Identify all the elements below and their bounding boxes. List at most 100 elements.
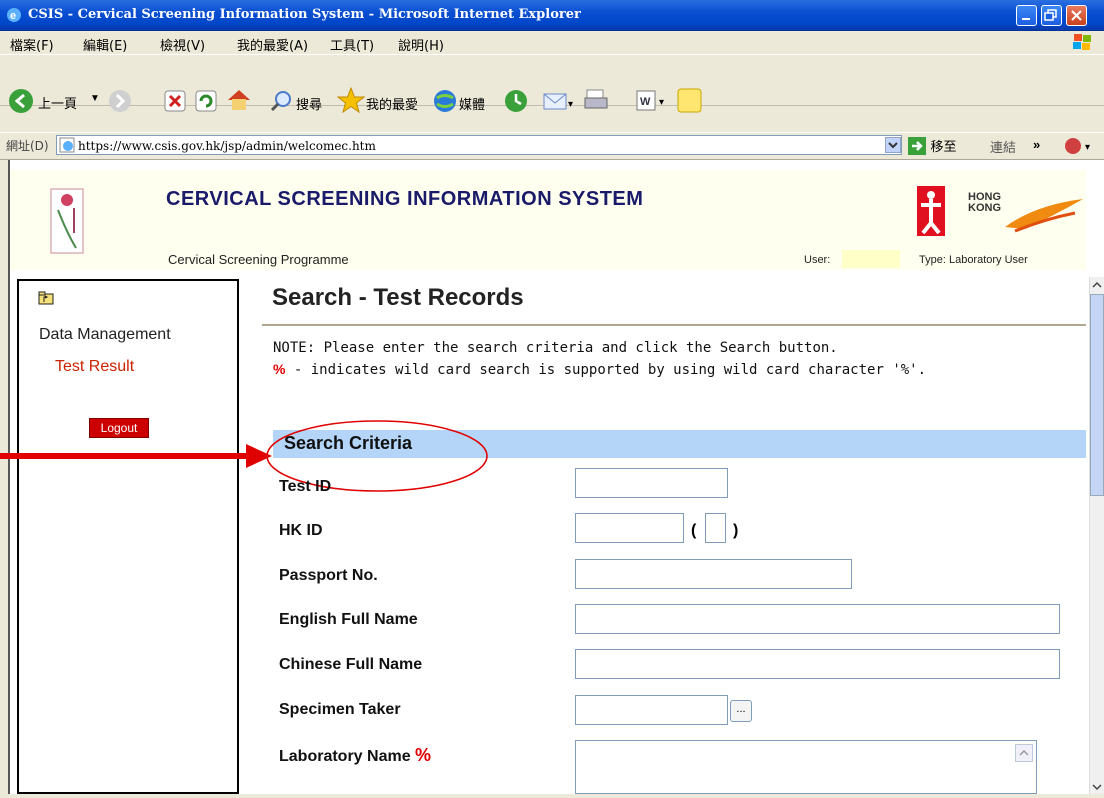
system-title: CERVICAL SCREENING INFORMATION SYSTEM xyxy=(166,188,644,210)
go-arrow-icon xyxy=(908,136,926,155)
stop-button[interactable] xyxy=(164,90,186,117)
nav-item-test-result[interactable]: Test Result xyxy=(55,358,134,376)
test-id-input[interactable] xyxy=(575,468,728,498)
page-title: Search - Test Records xyxy=(272,284,524,311)
annotation-arrow-shaft xyxy=(0,453,248,459)
search-label[interactable]: 搜尋 xyxy=(296,94,322,113)
chinese-name-input[interactable] xyxy=(575,649,1060,679)
scrollbar-thumb[interactable] xyxy=(1090,294,1104,496)
specimen-taker-lookup-button[interactable]: ... xyxy=(730,700,752,722)
annotation-arrowhead xyxy=(246,444,272,468)
print-icon xyxy=(584,89,608,109)
refresh-icon xyxy=(195,90,217,112)
menu-view[interactable]: 檢視(V) xyxy=(160,35,205,54)
search-button[interactable] xyxy=(270,90,292,117)
word-button[interactable]: W ▾ xyxy=(636,90,668,117)
forward-button[interactable] xyxy=(108,89,132,118)
passport-input[interactable] xyxy=(575,559,852,589)
scroll-down-button[interactable] xyxy=(1091,780,1103,798)
svg-text:e: e xyxy=(10,10,16,22)
mail-icon: ▾ xyxy=(543,93,573,110)
user-value xyxy=(842,250,900,268)
print-button[interactable] xyxy=(584,87,612,118)
folder-up-icon[interactable] xyxy=(38,291,54,305)
maximize-button[interactable] xyxy=(1041,5,1062,26)
home-button[interactable] xyxy=(226,88,252,117)
svg-text:W: W xyxy=(640,96,651,108)
user-label: User: xyxy=(804,254,831,266)
page-icon xyxy=(59,137,75,158)
hk-id-open-paren: ( xyxy=(691,522,697,539)
media-globe-icon xyxy=(434,90,456,112)
close-button[interactable] xyxy=(1066,5,1087,26)
mail-button[interactable]: ▾ xyxy=(543,89,575,118)
word-icon: W ▾ xyxy=(636,90,664,111)
go-label[interactable]: 移至 xyxy=(930,140,956,155)
svg-text:▾: ▾ xyxy=(659,97,664,108)
forward-arrow-icon xyxy=(109,90,131,112)
hk-id-input[interactable] xyxy=(575,513,684,543)
menu-edit[interactable]: 編輯(E) xyxy=(83,35,127,54)
hk-id-close-paren: ) xyxy=(733,522,739,539)
chevron-up-icon xyxy=(1019,749,1029,756)
history-icon xyxy=(505,90,527,112)
title-divider xyxy=(262,324,1086,326)
address-dropdown-button[interactable] xyxy=(885,137,901,153)
annotation-overlay xyxy=(0,420,488,492)
links-chevron-icon[interactable]: » xyxy=(1033,137,1040,152)
english-name-input[interactable] xyxy=(575,604,1060,634)
menu-help[interactable]: 說明(H) xyxy=(398,35,444,54)
address-url[interactable]: https://www.csis.gov.hk/jsp/admin/welcom… xyxy=(78,139,376,153)
left-nav-panel xyxy=(17,279,239,794)
nav-section-data-management[interactable]: Data Management xyxy=(39,326,171,344)
user-type: Type: Laboratory User xyxy=(919,254,1028,266)
home-icon xyxy=(228,90,250,110)
search-note: NOTE: Please enter the search criteria a… xyxy=(273,338,1083,381)
back-arrow-icon xyxy=(9,89,33,113)
star-icon xyxy=(336,86,366,114)
hk-id-check-digit-input[interactable] xyxy=(705,513,726,543)
lab-name-select[interactable] xyxy=(575,740,1037,794)
menu-tools[interactable]: 工具(T) xyxy=(330,35,374,54)
chinese-name-label: Chinese Full Name xyxy=(279,656,423,673)
hk-id-label: HK ID xyxy=(279,522,323,539)
svg-text:▾: ▾ xyxy=(568,99,573,110)
windows-logo-icon xyxy=(1072,33,1094,51)
test-id-label: Test ID xyxy=(279,478,332,495)
chevron-down-icon xyxy=(1092,784,1102,791)
links-label[interactable]: 連結 xyxy=(990,137,1016,156)
english-name-label: English Full Name xyxy=(279,611,418,628)
note-line-1: NOTE: Please enter the search criteria a… xyxy=(273,340,838,356)
menu-favorites[interactable]: 我的最愛(A) xyxy=(237,35,308,54)
lab-name-label: Laboratory Name % xyxy=(279,745,431,766)
back-button[interactable] xyxy=(8,88,34,119)
specimen-taker-label: Specimen Taker xyxy=(279,701,401,718)
favorites-label[interactable]: 我的最愛 xyxy=(366,94,418,113)
refresh-button[interactable] xyxy=(195,90,217,117)
translate-icon[interactable]: ▾ xyxy=(1064,137,1094,160)
media-button[interactable] xyxy=(433,89,457,118)
back-dropdown-icon[interactable]: ▼ xyxy=(90,93,100,104)
menu-bar: 檔案(F) 編輯(E) 檢視(V) 我的最愛(A) 工具(T) 說明(H) xyxy=(0,31,1104,55)
favorites-button[interactable] xyxy=(336,86,366,118)
go-button[interactable]: 移至 xyxy=(908,136,956,155)
search-icon xyxy=(270,91,291,112)
note-line-2: % - indicates wild card search is suppor… xyxy=(273,359,1083,381)
lab-name-text: Laboratory Name xyxy=(279,748,411,765)
menu-file[interactable]: 檔案(F) xyxy=(10,35,54,54)
sticky-note-icon xyxy=(677,88,702,113)
note-wildcard-text: - indicates wild card search is supporte… xyxy=(285,362,927,378)
chevron-down-icon xyxy=(888,142,898,149)
passport-label: Passport No. xyxy=(279,567,378,584)
csp-logo xyxy=(50,188,84,254)
programme-subtitle: Cervical Screening Programme xyxy=(168,252,349,267)
minimize-button[interactable] xyxy=(1016,5,1037,26)
wildcard-symbol: % xyxy=(273,361,286,377)
history-button[interactable] xyxy=(504,89,528,118)
lab-name-scroll-up-button[interactable] xyxy=(1015,744,1033,762)
note-button[interactable] xyxy=(677,88,703,119)
specimen-taker-input[interactable] xyxy=(575,695,728,725)
media-label[interactable]: 媒體 xyxy=(459,94,485,113)
address-label: 網址(D) xyxy=(6,139,49,153)
back-label[interactable]: 上一頁 xyxy=(38,93,77,112)
